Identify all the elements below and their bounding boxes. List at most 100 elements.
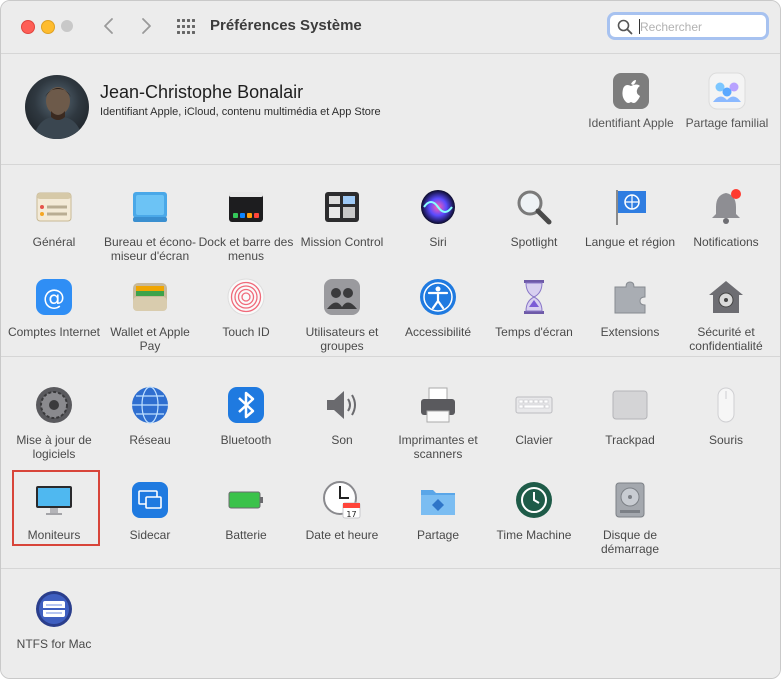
pane-network[interactable]: Réseau [102, 385, 198, 447]
pane-sound[interactable]: Son [294, 385, 390, 447]
search-icon [617, 19, 633, 35]
pane-notifications[interactable]: Notifications [678, 187, 774, 249]
pane-label: Siri [429, 235, 447, 249]
svg-text:@: @ [43, 286, 65, 311]
pane-security[interactable]: Sécurité et confidentialité [678, 277, 774, 353]
close-button[interactable] [21, 20, 35, 34]
sound-icon [322, 385, 362, 425]
pane-screen-time[interactable]: Temps d'écran [486, 277, 582, 339]
network-icon [130, 385, 170, 425]
selection-highlight [12, 470, 100, 546]
pane-siri[interactable]: Siri [390, 187, 486, 249]
pane-label: Bluetooth [220, 433, 272, 447]
user-photo-icon [33, 87, 83, 139]
pane-wallet[interactable]: Wallet et Apple Pay [102, 277, 198, 353]
pane-mission-control[interactable]: Mission Control [294, 187, 390, 249]
pane-label: Temps d'écran [495, 325, 573, 339]
pane-general[interactable]: Général [6, 187, 102, 249]
pane-label: Spotlight [510, 235, 558, 249]
pane-extensions[interactable]: Extensions [582, 277, 678, 339]
pane-dock-menubar[interactable]: Dock et barre des menus [198, 187, 294, 263]
battery-icon [226, 480, 266, 520]
pane-label: Mise à jour de logiciels [16, 433, 92, 461]
pane-label: Sécurité et confidentialité [689, 325, 763, 353]
pane-label: Langue et région [584, 235, 676, 249]
pane-label: Comptes Internet [7, 325, 101, 339]
pane-battery[interactable]: Batterie [198, 480, 294, 542]
language-region-icon [610, 187, 650, 227]
account-subtitle: Identifiant Apple, iCloud, contenu multi… [100, 106, 381, 118]
pane-time-machine[interactable]: Time Machine [486, 480, 582, 542]
touch-id-icon [226, 277, 266, 317]
chevron-right-icon [142, 18, 151, 34]
zoom-button[interactable] [61, 20, 73, 32]
pane-mouse[interactable]: Souris [678, 385, 774, 447]
apple-id-pane[interactable]: Identifiant Apple [586, 72, 676, 130]
pane-label: Date et heure [305, 528, 379, 542]
pane-label: Extensions [600, 325, 660, 339]
pane-date-time[interactable]: 17 Date et heure [294, 480, 390, 542]
pane-internet-accounts[interactable]: @ Comptes Internet [6, 277, 102, 339]
pane-label: NTFS for Mac [16, 637, 92, 651]
pane-label: Touch ID [222, 325, 270, 339]
pane-language-region[interactable]: Langue et région [582, 187, 678, 249]
pane-label: Son [331, 433, 353, 447]
pane-label: Imprimantes et scanners [398, 433, 478, 461]
pane-startup-disk[interactable]: Disque de démarrage [582, 480, 678, 556]
apple-id-banner[interactable]: Jean-Christophe Bonalair Identifiant App… [1, 54, 780, 165]
pane-label: Utilisateurs et groupes [305, 325, 379, 353]
pane-trackpad[interactable]: Trackpad [582, 385, 678, 447]
screen-time-icon [514, 277, 554, 317]
sidecar-icon [130, 480, 170, 520]
account-name: Jean-Christophe Bonalair [100, 82, 304, 102]
bluetooth-icon [226, 385, 266, 425]
search-placeholder: Rechercher [640, 20, 703, 34]
ntfs-for-mac-icon [34, 589, 74, 629]
pane-sharing[interactable]: Partage [390, 480, 486, 542]
pane-ntfs-for-mac[interactable]: NTFS for Mac [6, 589, 102, 651]
minimize-button[interactable] [41, 20, 55, 34]
pane-label: Trackpad [605, 433, 655, 447]
pane-label: Souris [708, 433, 743, 447]
pane-label: Mission Control [300, 235, 384, 249]
pane-label: Disque de démarrage [600, 528, 660, 556]
pane-touch-id[interactable]: Touch ID [198, 277, 294, 339]
siri-icon [418, 187, 458, 227]
pane-label: Notifications [693, 235, 759, 249]
pane-label: Accessibilité [404, 325, 472, 339]
section-other: NTFS for Mac [1, 569, 780, 678]
pane-label: Batterie [225, 528, 267, 542]
startup-disk-icon [610, 480, 650, 520]
pane-software-update[interactable]: Mise à jour de logiciels [6, 385, 102, 461]
search-field[interactable]: Rechercher [607, 12, 769, 40]
section-personal: Général Bureau et écono-miseur d'écran D… [1, 165, 780, 357]
pane-label: Wallet et Apple Pay [110, 325, 190, 353]
date-time-icon: 17 [322, 480, 362, 520]
keyboard-icon [514, 385, 554, 425]
show-all-grid-button[interactable] [177, 18, 195, 36]
pane-spotlight[interactable]: Spotlight [486, 187, 582, 249]
forward-button[interactable] [135, 15, 157, 37]
family-sharing-pane[interactable]: Partage familial [682, 72, 772, 130]
avatar[interactable] [25, 75, 89, 139]
back-button[interactable] [98, 15, 120, 37]
time-machine-icon [514, 480, 554, 520]
title-bar: Préférences Système Rechercher [1, 1, 780, 54]
apple-id-icon [612, 72, 650, 110]
security-icon [706, 277, 746, 317]
spotlight-icon [514, 187, 554, 227]
pane-desktop-screensaver[interactable]: Bureau et écono-miseur d'écran [102, 187, 198, 263]
pane-users-groups[interactable]: Utilisateurs et groupes [294, 277, 390, 353]
apple-id-label: Identifiant Apple [588, 116, 674, 130]
pane-printers[interactable]: Imprimantes et scanners [390, 385, 486, 461]
pane-label: Sidecar [129, 528, 171, 542]
pane-accessibility[interactable]: Accessibilité [390, 277, 486, 339]
section-hardware: Mise à jour de logiciels Réseau Bluetoot… [1, 357, 780, 569]
pane-sidecar[interactable]: Sidecar [102, 480, 198, 542]
pane-label: Général [32, 235, 76, 249]
pane-keyboard[interactable]: Clavier [486, 385, 582, 447]
pane-bluetooth[interactable]: Bluetooth [198, 385, 294, 447]
family-sharing-label: Partage familial [685, 116, 769, 130]
pane-label: Time Machine [496, 528, 572, 542]
family-sharing-icon [708, 72, 746, 110]
